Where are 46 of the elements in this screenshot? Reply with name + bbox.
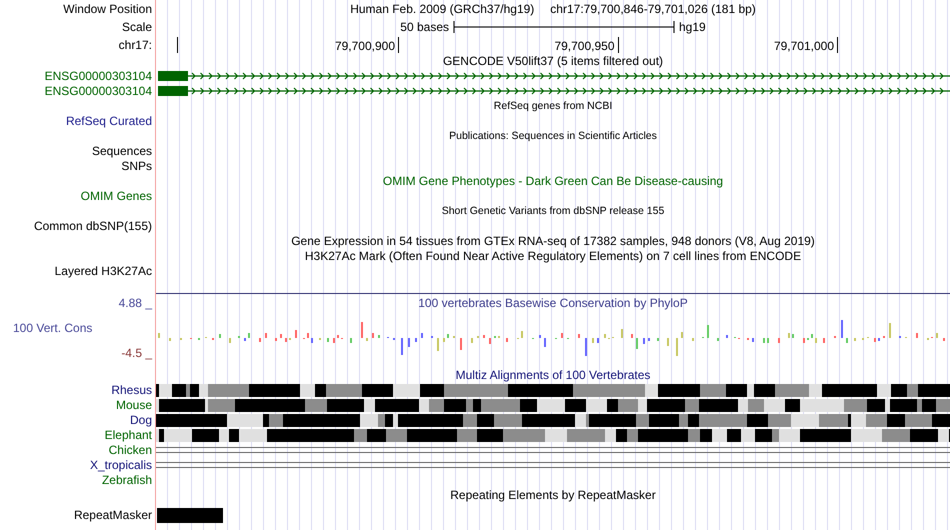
- ruler-label: 79,700,950: [554, 38, 614, 54]
- row-label: chr17:: [118, 37, 153, 54]
- track-label[interactable]: ENSG00000303104: [0, 69, 155, 84]
- ruler-label: 79,701,000: [774, 38, 834, 54]
- ruler-tick: [618, 37, 620, 53]
- track-label[interactable]: RefSeq Curated: [0, 114, 155, 129]
- species-label[interactable]: Elephant: [0, 428, 155, 443]
- axis-max-label: 4.88 _: [118, 296, 152, 310]
- ruler-tick: [398, 37, 400, 53]
- repeat-block: [156, 508, 224, 523]
- track-label[interactable]: RepeatMasker: [0, 508, 155, 523]
- track-label[interactable]: SNPs: [0, 159, 155, 174]
- track-title: Repeating Elements by RepeatMasker: [450, 488, 656, 503]
- track-title: OMIM Gene Phenotypes - Dark Green Can Be Disease-causing: [382, 174, 724, 189]
- species-label[interactable]: X_tropicalis: [0, 458, 155, 473]
- species-label[interactable]: Dog: [0, 413, 155, 428]
- axis-min-label: -4.5 _: [120, 346, 152, 360]
- track-title: 100 vertebrates Basewise Conservation by PhyloP: [418, 296, 688, 310]
- track-title: Multiz Alignments of 100 Vertebrates: [456, 368, 650, 383]
- track-label[interactable]: 100 Vert. Cons: [0, 321, 152, 335]
- gene-drawing[interactable]: [156, 69, 950, 84]
- track-label[interactable]: OMIM Genes: [0, 189, 155, 204]
- species-label[interactable]: Mouse: [0, 398, 155, 413]
- ruler-tick: [177, 37, 179, 53]
- track-title: Publications: Sequences in Scientific Articles: [449, 129, 657, 144]
- scale-db: hg19: [679, 20, 706, 34]
- gene-drawing[interactable]: [156, 84, 950, 99]
- scale-text: 50 bases: [400, 20, 449, 34]
- track-title: RefSeq genes from NCBI: [494, 99, 612, 114]
- row-label: Scale: [120, 19, 153, 36]
- track-label[interactable]: Layered H3K27Ac: [0, 264, 155, 279]
- species-label[interactable]: Rhesus: [0, 383, 155, 398]
- assembly-title: Human Feb. 2009 (GRCh37/hg19): [350, 2, 534, 16]
- track-title: Gene Expression in 54 tissues from GTEx RNA-seq of 17382 samples, 948 donors (V8, Aug 2019): [291, 234, 815, 249]
- position-text: chr17:79,700,846-79,701,026 (181 bp): [550, 2, 756, 16]
- track-title: H3K27Ac Mark (Often Found Near Active Regulatory Elements) on 7 cell lines from ENCODE: [304, 249, 802, 264]
- row-label: Window Position: [62, 1, 153, 18]
- species-label[interactable]: Chicken: [0, 443, 155, 458]
- track-title: GENCODE V50lift37 (5 items filtered out): [442, 54, 664, 69]
- ruler-label: 79,700,900: [334, 38, 395, 54]
- track-label[interactable]: Common dbSNP(155): [0, 219, 155, 234]
- track-label[interactable]: ENSG00000303104: [0, 84, 155, 99]
- ruler-tick: [837, 37, 839, 53]
- track-label[interactable]: Sequences: [0, 144, 155, 159]
- track-title: Short Genetic Variants from dbSNP release 155: [442, 204, 664, 219]
- species-label[interactable]: Zebrafish: [0, 473, 155, 488]
